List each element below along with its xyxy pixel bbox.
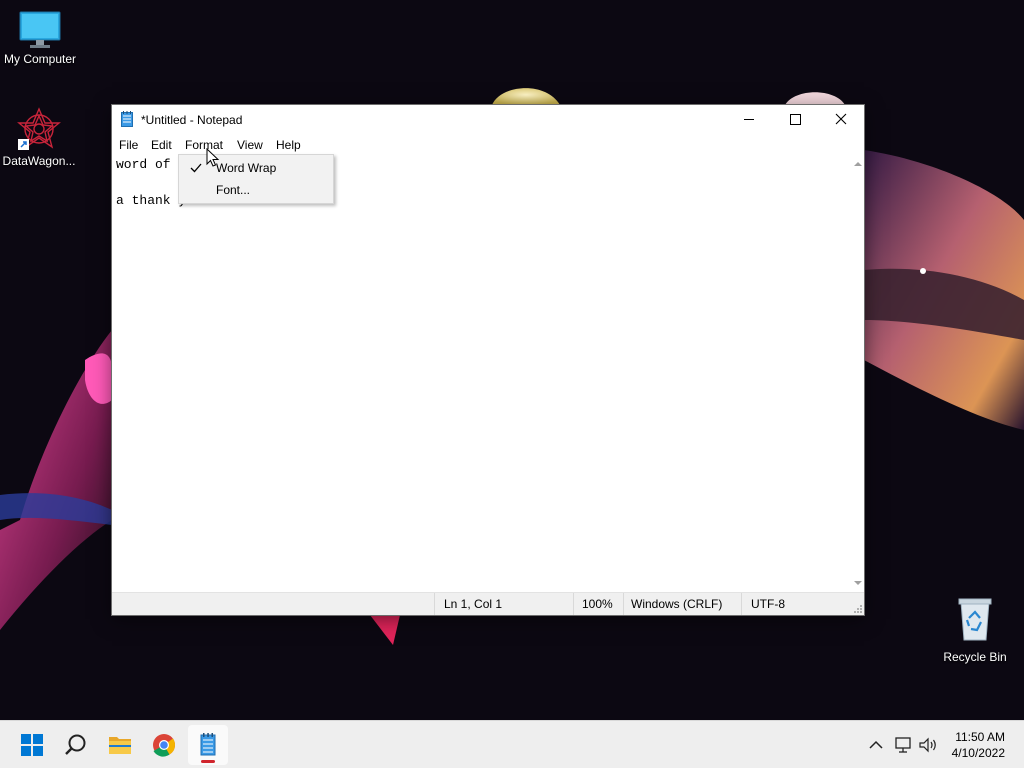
- status-divider: [741, 593, 742, 615]
- status-line-endings: Windows (CRLF): [631, 597, 723, 611]
- resize-grip-icon[interactable]: [851, 602, 863, 614]
- desktop-icon-my-computer[interactable]: My Computer: [0, 10, 80, 66]
- menu-bar: File Edit Format View Help: [112, 135, 864, 155]
- text-editor[interactable]: word of a thank you: [112, 155, 852, 592]
- menu-item-label: Word Wrap: [216, 161, 277, 175]
- menu-edit[interactable]: Edit: [151, 138, 172, 152]
- system-tray: [860, 721, 950, 768]
- status-bar: Ln 1, Col 1 100% Windows (CRLF) UTF-8: [112, 592, 864, 615]
- minimize-button[interactable]: [726, 105, 772, 135]
- menu-view[interactable]: View: [237, 138, 263, 152]
- close-icon: [835, 113, 847, 125]
- chrome-button[interactable]: [144, 725, 184, 765]
- editor-line: word of: [116, 157, 171, 172]
- vertical-scrollbar[interactable]: [852, 155, 864, 592]
- menu-file[interactable]: File: [119, 138, 138, 152]
- status-encoding: UTF-8: [751, 597, 785, 611]
- maximize-icon: [790, 114, 801, 125]
- window-title: *Untitled - Notepad: [141, 113, 243, 127]
- taskbar: 11:50 AM 4/10/2022: [0, 720, 1024, 768]
- status-zoom: 100%: [582, 597, 613, 611]
- volume-icon[interactable]: [918, 735, 940, 755]
- desktop-icon-label: My Computer: [3, 52, 77, 66]
- clock-date: 4/10/2022: [951, 746, 1005, 760]
- menu-item-word-wrap[interactable]: Word Wrap: [179, 157, 333, 179]
- scroll-down-arrow-icon[interactable]: [852, 577, 864, 589]
- computer-icon: [19, 11, 61, 48]
- search-icon: [65, 734, 86, 755]
- maximize-button[interactable]: [772, 105, 818, 135]
- scroll-up-arrow-icon[interactable]: [852, 158, 864, 170]
- active-app-indicator: [201, 760, 215, 763]
- desktop-icon-label: DataWagon...: [2, 154, 76, 168]
- start-button[interactable]: [12, 725, 52, 765]
- menu-help[interactable]: Help: [276, 138, 301, 152]
- file-explorer-icon: [109, 737, 131, 754]
- checkmark-icon: [190, 163, 202, 173]
- close-button[interactable]: [818, 105, 864, 135]
- desktop-icon-recycle-bin[interactable]: Recycle Bin: [935, 596, 1015, 664]
- network-icon[interactable]: [893, 735, 913, 755]
- search-button[interactable]: [56, 725, 96, 765]
- notepad-icon: [121, 111, 133, 127]
- chevron-up-icon[interactable]: [866, 735, 886, 755]
- start-icon: [21, 734, 43, 756]
- recycle-bin-icon: [958, 598, 992, 641]
- status-divider: [434, 593, 435, 615]
- clock-time: 11:50 AM: [955, 730, 1005, 744]
- desktop-icon-label: Recycle Bin: [943, 650, 1007, 664]
- notepad-taskbar-button[interactable]: [188, 725, 228, 765]
- clock[interactable]: 11:50 AM 4/10/2022: [952, 729, 1005, 761]
- datawagon-shortcut-icon: [17, 107, 61, 150]
- menu-item-font[interactable]: Font...: [179, 179, 333, 201]
- title-bar[interactable]: *Untitled - Notepad: [112, 105, 864, 135]
- notepad-icon: [200, 733, 216, 756]
- mouse-cursor-icon: [206, 148, 220, 167]
- status-position: Ln 1, Col 1: [444, 597, 503, 611]
- menu-item-label: Font...: [216, 183, 251, 197]
- desktop-icon-datawagon[interactable]: DataWagon...: [0, 106, 79, 168]
- minimize-icon: [744, 119, 754, 120]
- format-dropdown-menu: Word Wrap Font...: [178, 154, 334, 204]
- file-explorer-button[interactable]: [100, 725, 140, 765]
- chrome-icon: [153, 734, 176, 757]
